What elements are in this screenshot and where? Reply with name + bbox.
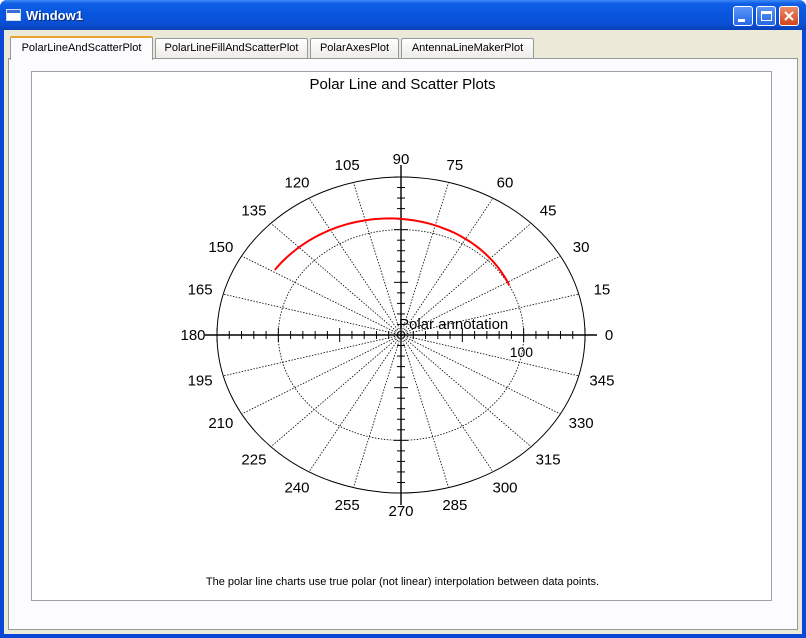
maximize-icon xyxy=(761,11,772,21)
angle-tick-label: 120 xyxy=(284,175,309,192)
angle-tick-label: 150 xyxy=(208,239,233,256)
angle-tick-label: 135 xyxy=(241,203,266,220)
angle-tick-label: 270 xyxy=(388,503,413,520)
angle-tick-label: 330 xyxy=(569,415,594,432)
chart-area: Polar Line and Scatter Plots 0 15 30 45 60 75… xyxy=(31,71,772,601)
client-area: PolarLineAndScatterPlot PolarLineFillAnd… xyxy=(4,30,802,634)
title-bar[interactable]: Window1 xyxy=(0,0,806,30)
tab-panel: Polar Line and Scatter Plots 0 15 30 45 60 75… xyxy=(8,58,798,630)
angle-tick-label: 285 xyxy=(442,497,467,514)
app-window: Window1 PolarLineAndScatterPlot PolarLin… xyxy=(0,0,806,638)
angle-tick-label: 0 xyxy=(605,327,613,344)
series-line xyxy=(274,217,511,286)
radial-gridline xyxy=(223,293,402,336)
close-button[interactable] xyxy=(779,6,799,26)
angle-tick-label: 60 xyxy=(497,175,514,192)
radial-gridline xyxy=(270,222,402,336)
angle-tick-label: 210 xyxy=(208,415,233,432)
tab-polar-line-fill-and-scatter-plot[interactable]: PolarLineFillAndScatterPlot xyxy=(155,38,308,59)
radial-gridline xyxy=(270,334,402,448)
angle-tick-label: 30 xyxy=(573,239,590,256)
radial-gridline xyxy=(241,334,402,415)
window-title: Window1 xyxy=(26,8,83,23)
radial-gridline xyxy=(223,334,402,377)
radial-gridline xyxy=(241,255,402,336)
polar-annotation: Polar annotation xyxy=(399,316,508,333)
angle-tick-label: 240 xyxy=(284,479,309,496)
angle-tick-label: 165 xyxy=(188,281,213,298)
radial-gridline xyxy=(400,197,494,336)
angle-tick-label: 105 xyxy=(335,157,360,174)
radial-gridline xyxy=(400,334,561,415)
angle-tick-label: 180 xyxy=(180,327,205,344)
radial-gridline xyxy=(400,334,494,473)
tab-polar-axes-plot[interactable]: PolarAxesPlot xyxy=(310,38,399,59)
radial-gridline xyxy=(352,334,402,488)
radial-gridline xyxy=(400,334,579,377)
angle-tick-label: 195 xyxy=(188,373,213,390)
tab-antenna-line-maker-plot[interactable]: AntennaLineMakerPlot xyxy=(401,38,534,59)
maximize-button[interactable] xyxy=(756,6,776,26)
minimize-button[interactable] xyxy=(733,6,753,26)
angle-tick-label: 315 xyxy=(536,451,561,468)
minimize-icon xyxy=(738,19,745,22)
radial-gridline xyxy=(400,182,450,336)
tab-polar-line-and-scatter-plot[interactable]: PolarLineAndScatterPlot xyxy=(10,36,153,60)
angle-tick-label: 300 xyxy=(492,479,517,496)
angle-tick-label: 345 xyxy=(589,373,614,390)
angle-tick-label: 15 xyxy=(594,281,611,298)
chart-caption: The polar line charts use true polar (no… xyxy=(205,576,600,588)
radial-gridline xyxy=(400,334,450,488)
window-icon xyxy=(6,9,21,21)
close-icon xyxy=(784,11,794,21)
radial-gridline xyxy=(308,334,402,473)
angle-tick-label: 45 xyxy=(540,203,557,220)
angle-tick-label: 255 xyxy=(335,497,360,514)
angle-tick-label: 225 xyxy=(241,451,266,468)
radial-gridline xyxy=(352,182,402,336)
angle-tick-label: 90 xyxy=(393,151,410,168)
polar-chart: 0 15 30 45 60 75 90 105 120 135 150 165 180 195 210 225… xyxy=(180,151,614,520)
angle-tick-label: 75 xyxy=(446,157,463,174)
radius-tick-label: 100 xyxy=(510,344,534,360)
